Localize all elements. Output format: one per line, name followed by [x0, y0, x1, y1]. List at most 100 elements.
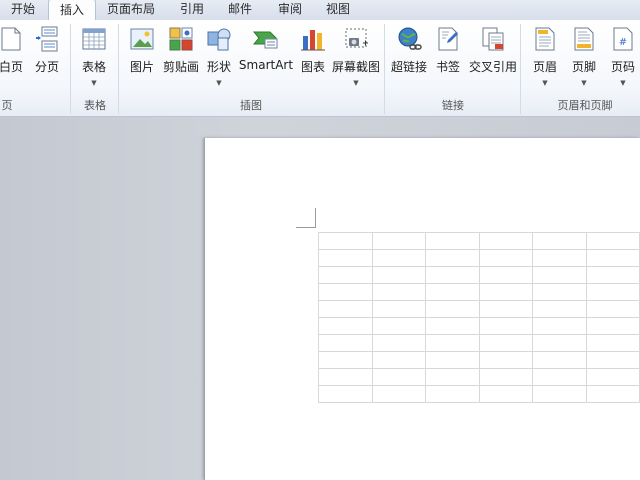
- table-cell[interactable]: [318, 266, 373, 284]
- table-cell[interactable]: [478, 283, 533, 301]
- table-row: [318, 368, 640, 386]
- table-cell[interactable]: [478, 266, 533, 284]
- table-cell[interactable]: [425, 317, 480, 335]
- table-cell[interactable]: [371, 317, 426, 335]
- tab-review[interactable]: 审阅: [268, 0, 312, 20]
- table-cell[interactable]: [425, 283, 480, 301]
- table-cell[interactable]: [425, 385, 480, 403]
- picture-button[interactable]: 图片: [126, 26, 158, 75]
- table-cell[interactable]: [318, 368, 373, 386]
- table-cell[interactable]: [318, 232, 373, 250]
- illustrations-group-label: 插图: [240, 99, 262, 112]
- table-row: [318, 266, 640, 284]
- table-cell[interactable]: [318, 385, 373, 403]
- table-dropdown-arrow: ▼: [91, 79, 97, 87]
- tables-group-label: 表格: [84, 99, 106, 112]
- table-cell[interactable]: [371, 351, 426, 369]
- table-cell[interactable]: [425, 232, 480, 250]
- shapes-button[interactable]: 形状 ▼: [204, 26, 234, 87]
- table-cell[interactable]: [371, 283, 426, 301]
- tab-home[interactable]: 开始: [0, 0, 46, 20]
- table-cell[interactable]: [478, 232, 533, 250]
- bookmark-button[interactable]: 书签: [433, 26, 463, 75]
- table-cell[interactable]: [478, 300, 533, 318]
- table-cell[interactable]: [532, 266, 587, 284]
- table-cell[interactable]: [371, 334, 426, 352]
- footer-icon: [574, 27, 594, 51]
- table-cell[interactable]: [318, 351, 373, 369]
- hyperlink-button[interactable]: 超链接: [389, 26, 429, 75]
- page-number-button[interactable]: # 页码 ▼: [606, 26, 640, 87]
- header-icon: [535, 27, 555, 51]
- header-button[interactable]: 页眉 ▼: [528, 26, 562, 87]
- chart-label: 图表: [300, 60, 325, 74]
- table-cell[interactable]: [532, 351, 587, 369]
- table-row: [318, 351, 640, 369]
- tab-view[interactable]: 视图: [316, 0, 360, 20]
- table-cell[interactable]: [425, 334, 480, 352]
- table-cell[interactable]: [585, 368, 640, 386]
- table-cell[interactable]: [478, 385, 533, 403]
- table-cell[interactable]: [532, 249, 587, 267]
- table-cell[interactable]: [478, 368, 533, 386]
- table-cell[interactable]: [585, 249, 640, 267]
- table-cell[interactable]: [425, 300, 480, 318]
- document-table[interactable]: [318, 232, 640, 403]
- table-cell[interactable]: [532, 334, 587, 352]
- table-cell[interactable]: [371, 368, 426, 386]
- cross-reference-label: 交叉引用: [468, 60, 517, 74]
- table-cell[interactable]: [532, 232, 587, 250]
- table-cell[interactable]: [478, 334, 533, 352]
- smartart-label: SmartArt: [238, 58, 294, 72]
- smartart-button[interactable]: SmartArt: [238, 26, 294, 72]
- tab-mailings[interactable]: 邮件: [218, 0, 262, 20]
- table-cell[interactable]: [318, 317, 373, 335]
- chart-button[interactable]: 图表: [297, 26, 329, 75]
- table-cell[interactable]: [585, 351, 640, 369]
- screenshot-button[interactable]: 屏幕截图 ▼: [332, 26, 380, 87]
- table-cell[interactable]: [532, 385, 587, 403]
- table-cell[interactable]: [585, 317, 640, 335]
- table-cell[interactable]: [585, 385, 640, 403]
- screenshot-icon: [345, 28, 368, 48]
- table-cell[interactable]: [371, 249, 426, 267]
- table-cell[interactable]: [585, 283, 640, 301]
- table-cell[interactable]: [585, 300, 640, 318]
- table-cell[interactable]: [425, 249, 480, 267]
- table-cell[interactable]: [318, 249, 373, 267]
- table-cell[interactable]: [318, 334, 373, 352]
- table-cell[interactable]: [371, 232, 426, 250]
- table-cell[interactable]: [532, 368, 587, 386]
- screenshot-dropdown-arrow: ▼: [353, 79, 359, 87]
- table-cell[interactable]: [425, 368, 480, 386]
- table-cell[interactable]: [532, 317, 587, 335]
- table-cell[interactable]: [371, 300, 426, 318]
- table-cell[interactable]: [532, 300, 587, 318]
- footer-button[interactable]: 页脚 ▼: [567, 26, 601, 87]
- footer-label: 页脚: [571, 60, 596, 74]
- table-cell[interactable]: [425, 351, 480, 369]
- tab-insert[interactable]: 插入: [48, 0, 96, 21]
- table-cell[interactable]: [478, 317, 533, 335]
- table-cell[interactable]: [371, 266, 426, 284]
- blank-page-button[interactable]: 白页: [0, 26, 28, 75]
- clipart-button[interactable]: 剪贴画: [161, 26, 201, 75]
- table-cell[interactable]: [425, 266, 480, 284]
- table-cell[interactable]: [532, 283, 587, 301]
- table-row: [318, 300, 640, 318]
- tab-page-layout[interactable]: 页面布局: [98, 0, 164, 20]
- table-cell[interactable]: [478, 249, 533, 267]
- table-cell[interactable]: [585, 232, 640, 250]
- table-cell[interactable]: [318, 283, 373, 301]
- table-cell[interactable]: [478, 351, 533, 369]
- cross-reference-button[interactable]: 交叉引用: [468, 26, 518, 75]
- tab-references[interactable]: 引用: [170, 0, 214, 20]
- margin-corner-mark: [296, 208, 316, 228]
- table-cell[interactable]: [585, 266, 640, 284]
- page-break-button[interactable]: 分页: [32, 26, 62, 75]
- table-cell[interactable]: [318, 300, 373, 318]
- table-button[interactable]: 表格 ▼: [76, 26, 112, 87]
- table-cell[interactable]: [371, 385, 426, 403]
- footer-dropdown-arrow: ▼: [581, 79, 587, 87]
- table-cell[interactable]: [585, 334, 640, 352]
